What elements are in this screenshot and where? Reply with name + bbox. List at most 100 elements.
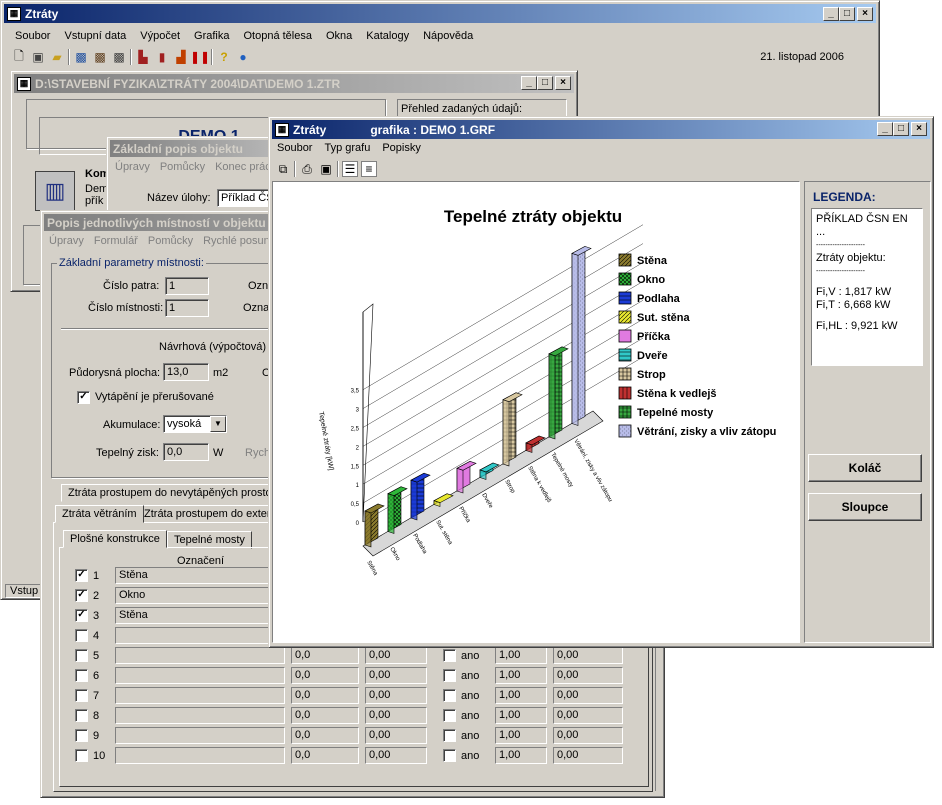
save-icon[interactable]: ▣ [30,49,46,65]
row-value-b[interactable]: 0,00 [365,727,427,744]
menu-okna[interactable]: Okna [326,30,352,42]
row-name-field[interactable] [115,747,285,764]
rooms-menu-pomucky[interactable]: Pomůcky [148,235,193,247]
row-value-a[interactable]: 0,0 [291,707,359,724]
row-ano-checkbox[interactable] [443,749,456,762]
row-value-c[interactable]: 1,00 [495,747,547,764]
dropdown-arrow-icon[interactable]: ▼ [210,416,226,432]
row-value-c[interactable]: 1,00 [495,687,547,704]
row-value-b[interactable]: 0,00 [365,707,427,724]
pie-chart-button[interactable]: Koláč [808,454,922,482]
window-icon[interactable]: ▟ [173,49,189,65]
menu-napoveda[interactable]: Nápověda [423,30,473,42]
row-name-field[interactable]: Stěna [115,567,285,584]
room-number-field[interactable]: 1 [165,299,209,317]
graph-close-button[interactable]: × [911,122,927,136]
open-folder-icon[interactable]: ▰ [49,49,65,65]
row-checkbox[interactable] [75,729,88,742]
menu-grafika[interactable]: Grafika [194,30,229,42]
graph-minimize-button[interactable]: _ [877,122,893,136]
row-value-b[interactable]: 0,00 [365,687,427,704]
row-value-d[interactable]: 0,00 [553,647,623,664]
row-checkbox[interactable] [75,749,88,762]
row-checkbox[interactable]: ✓ [75,569,88,582]
bar-chart-button[interactable]: Sloupce [808,493,922,521]
row-value-d[interactable]: 0,00 [553,707,623,724]
graph-menu-popisky[interactable]: Popisky [382,142,421,154]
row-value-a[interactable]: 0,0 [291,687,359,704]
row-name-field[interactable] [115,647,285,664]
row-value-c[interactable]: 1,00 [495,727,547,744]
doc-close-button[interactable]: × [555,76,571,90]
row-value-c[interactable]: 1,00 [495,647,547,664]
basic-menu-pomucky[interactable]: Pomůcky [160,161,205,173]
row-value-a[interactable]: 0,0 [291,747,359,764]
rooms-menu-formular[interactable]: Formulář [94,235,138,247]
row-value-b[interactable]: 0,00 [365,647,427,664]
minimize-button[interactable]: _ [823,7,839,21]
graph-menu-soubor[interactable]: Soubor [277,142,312,154]
row-value-a[interactable]: 0,0 [291,727,359,744]
row-name-field[interactable] [115,627,285,644]
help-icon[interactable]: ? [216,49,232,65]
row-checkbox[interactable]: ✓ [75,589,88,602]
graph-maximize-button[interactable]: □ [893,122,909,136]
row-value-d[interactable]: 0,00 [553,747,623,764]
row-checkbox[interactable] [75,689,88,702]
heating-checkbox[interactable]: ✓ [77,391,90,404]
row-name-field[interactable] [115,707,285,724]
legend-toggle-icon[interactable]: ☰ [342,161,358,177]
gain-field[interactable]: 0,0 [163,443,209,461]
row-name-field[interactable] [115,667,285,684]
globe-icon[interactable]: ● [235,49,251,65]
row-value-d[interactable]: 0,00 [553,667,623,684]
copy-icon[interactable]: ⧉ [275,161,291,177]
area-field[interactable]: 13,0 [163,363,209,381]
row-checkbox[interactable] [75,649,88,662]
row-value-d[interactable]: 0,00 [553,687,623,704]
row-name-field[interactable] [115,727,285,744]
menu-vypocet[interactable]: Výpočet [140,30,180,42]
menu-otopna-telesa[interactable]: Otopná tělesa [243,30,312,42]
row-name-field[interactable]: Okno [115,587,285,604]
graph-menu-typ-grafu[interactable]: Typ grafu [324,142,370,154]
row-ano-checkbox[interactable] [443,689,456,702]
basic-menu-konec[interactable]: Konec prác [215,161,271,173]
row-name-field[interactable]: Stěna [115,607,285,624]
row-ano-checkbox[interactable] [443,669,456,682]
thermometer-icon[interactable]: ❚❚ [190,49,210,65]
door-icon[interactable]: ▮ [154,49,170,65]
row-checkbox[interactable] [75,669,88,682]
wall-icon[interactable]: ▙ [135,49,151,65]
maximize-button[interactable]: □ [839,7,855,21]
room-icon[interactable]: ▩ [111,49,127,65]
menu-soubor[interactable]: Soubor [15,30,50,42]
tab-unheated[interactable]: Ztráta prostupem do nevytápěných prosto [61,484,279,502]
floor-field[interactable]: 1 [165,277,209,295]
row-value-b[interactable]: 0,00 [365,667,427,684]
basic-menu-upravy[interactable]: Úpravy [115,161,150,173]
print-icon[interactable]: ⎙ [299,161,315,177]
row-ano-checkbox[interactable] [443,649,456,662]
save-icon[interactable]: ▣ [318,161,334,177]
building-icon[interactable]: ▩ [73,49,89,65]
row-value-d[interactable]: 0,00 [553,727,623,744]
tab-ventilation[interactable]: Ztráta větráním [55,505,144,523]
row-name-field[interactable] [115,687,285,704]
row-ano-checkbox[interactable] [443,729,456,742]
tab-surface[interactable]: Plošné konstrukce [63,530,167,548]
row-checkbox[interactable]: ✓ [75,609,88,622]
doc-minimize-button[interactable]: _ [521,76,537,90]
row-ano-checkbox[interactable] [443,709,456,722]
row-value-c[interactable]: 1,00 [495,667,547,684]
row-value-a[interactable]: 0,0 [291,647,359,664]
row-checkbox[interactable] [75,629,88,642]
row-checkbox[interactable] [75,709,88,722]
doc-maximize-button[interactable]: □ [537,76,553,90]
menu-katalogy[interactable]: Katalogy [366,30,409,42]
house-icon[interactable]: ▩ [92,49,108,65]
row-value-a[interactable]: 0,0 [291,667,359,684]
close-button[interactable]: × [857,7,873,21]
row-value-c[interactable]: 1,00 [495,707,547,724]
labels-toggle-icon[interactable]: ≡ [361,161,377,177]
